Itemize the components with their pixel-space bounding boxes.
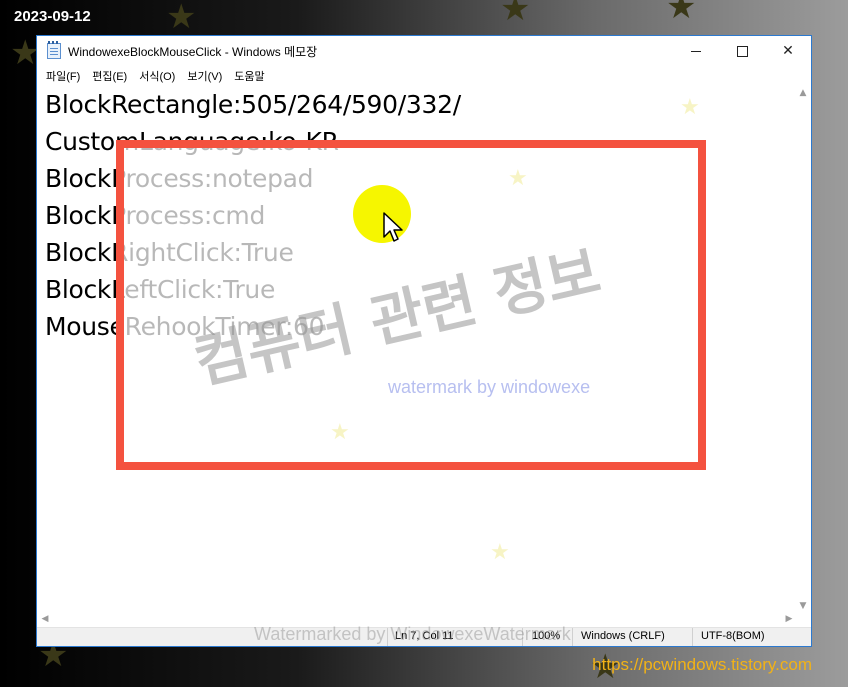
menu-view[interactable]: 보기(V) (181, 68, 228, 84)
minimize-button[interactable] (673, 36, 719, 66)
star-decoration: ★ (508, 166, 528, 191)
editor-line: BlockRectangle:505/264/590/332/ (45, 90, 461, 119)
star-decoration: ★ (166, 0, 197, 37)
status-divider (692, 628, 693, 646)
menu-edit[interactable]: 편집(E) (86, 68, 133, 84)
window-title: WindowexeBlockMouseClick - Windows 메모장 (68, 44, 318, 59)
menu-file[interactable]: 파일(F) (40, 68, 86, 84)
minimize-icon (691, 50, 701, 52)
site-url: https://pcwindows.tistory.com (592, 655, 812, 674)
scroll-down-icon[interactable]: ▼ (795, 601, 811, 611)
date-stamp: 2023-09-12 (14, 8, 91, 25)
scroll-right-icon[interactable]: ▶ (781, 614, 797, 624)
line-ending: Windows (CRLF) (581, 630, 665, 642)
title-bar[interactable]: WindowexeBlockMouseClick - Windows 메모장 ✕ (37, 36, 811, 66)
window-controls: ✕ (673, 36, 811, 66)
vertical-scrollbar[interactable]: ▲ ▼ (795, 86, 811, 613)
scroll-up-icon[interactable]: ▲ (795, 88, 811, 98)
star-decoration: ★ (330, 420, 350, 445)
encoding: UTF-8(BOM) (701, 630, 765, 642)
scroll-left-icon[interactable]: ◀ (37, 614, 53, 624)
star-decoration: ★ (500, 0, 531, 29)
close-button[interactable]: ✕ (765, 36, 811, 66)
menu-format[interactable]: 서식(O) (133, 68, 181, 84)
maximize-icon (736, 45, 748, 57)
menu-help[interactable]: 도움말 (228, 68, 270, 84)
star-decoration: ★ (666, 0, 697, 27)
status-divider (572, 628, 573, 646)
watermark-subtitle: watermark by windowexe (388, 377, 591, 397)
maximize-button[interactable] (719, 36, 765, 66)
notepad-icon (47, 41, 61, 59)
star-decoration: ★ (680, 95, 700, 120)
mouse-pointer-icon (383, 212, 403, 242)
watermark-bottom: Watermarked by WindowexeWatermark (254, 624, 571, 644)
star-decoration: ★ (490, 540, 510, 565)
menu-bar: 파일(F) 편집(E) 서식(O) 보기(V) 도움말 (37, 66, 811, 86)
close-icon: ✕ (782, 43, 794, 59)
